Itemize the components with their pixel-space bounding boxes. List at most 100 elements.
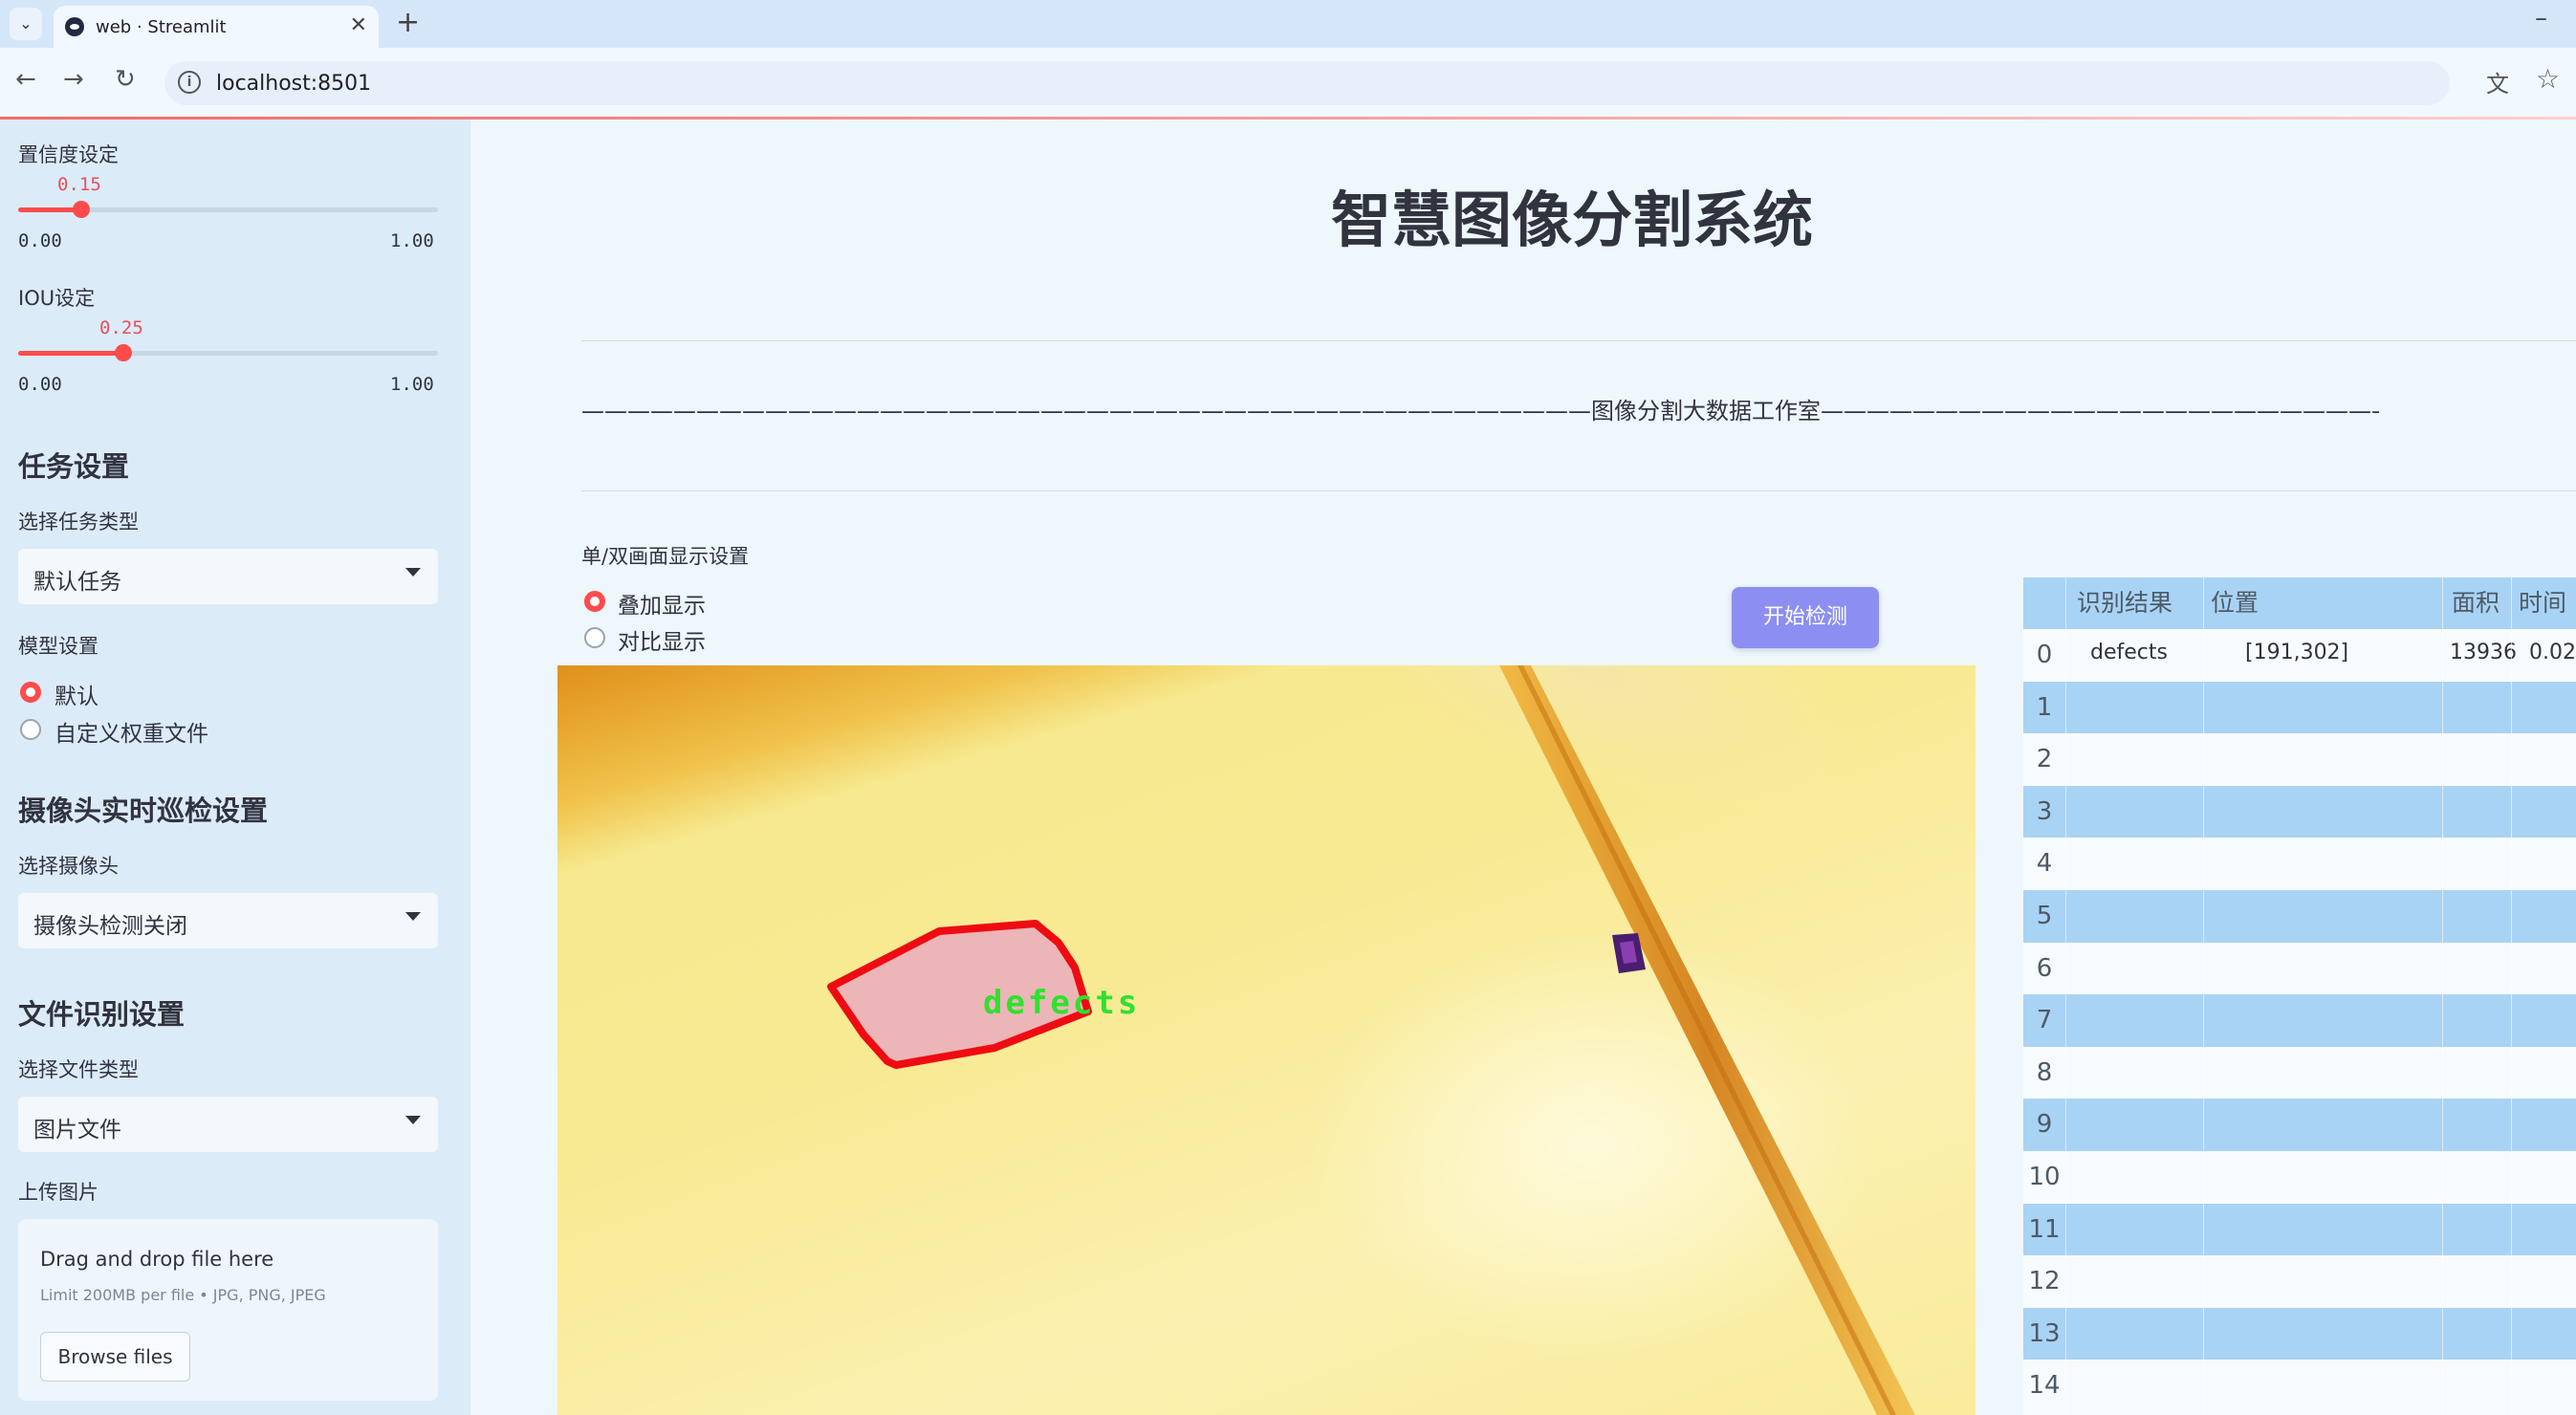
cell-position: [191,302] xyxy=(2245,641,2349,664)
iou-slider[interactable] xyxy=(18,344,438,361)
table-col-divider xyxy=(2065,577,2066,1415)
upload-label: 上传图片 xyxy=(18,1181,98,1204)
compare-display-radio[interactable] xyxy=(584,627,605,648)
table-row[interactable]: 7 xyxy=(2023,994,2576,1047)
cell-time: 0.02 xyxy=(2529,641,2576,664)
file-uploader-dropzone[interactable]: Drag and drop file here Limit 200MB per … xyxy=(18,1219,438,1401)
table-row[interactable]: 2 xyxy=(2023,733,2576,786)
row-index: 12 xyxy=(2028,1267,2061,1296)
model-custom-label[interactable]: 自定义权重文件 xyxy=(55,715,208,748)
table-row[interactable]: 5 xyxy=(2023,890,2576,943)
translate-icon[interactable]: 文 xyxy=(2486,65,2509,98)
forward-arrow-icon[interactable]: → xyxy=(63,65,84,94)
address-bar: ← → ↻ i localhost:8501 文 ☆ xyxy=(0,48,2576,119)
table-row[interactable]: 12 xyxy=(2023,1255,2576,1308)
model-settings-label: 模型设置 xyxy=(18,635,98,658)
table-row[interactable]: 6 xyxy=(2023,942,2576,995)
browser-tabbar: ⌄ web · Streamlit ✕ + – xyxy=(0,0,2576,48)
table-row[interactable]: 1 xyxy=(2023,681,2576,734)
table-row[interactable]: 13 xyxy=(2023,1307,2576,1361)
confidence-min: 0.00 xyxy=(18,230,62,251)
row-index: 10 xyxy=(2028,1163,2061,1191)
url-text[interactable]: localhost:8501 xyxy=(216,72,371,96)
confidence-slider-thumb[interactable] xyxy=(73,201,90,218)
task-type-value: 默认任务 xyxy=(33,570,121,595)
file-type-select[interactable]: 图片文件 xyxy=(18,1097,438,1152)
confidence-label: 置信度设定 xyxy=(18,143,119,166)
iou-value: 0.25 xyxy=(99,317,143,338)
table-col-divider xyxy=(2442,577,2443,1415)
row-index: 14 xyxy=(2028,1371,2061,1401)
row-index: 9 xyxy=(2036,1110,2053,1140)
chevron-down-icon xyxy=(405,912,421,921)
task-settings-heading: 任务设置 xyxy=(18,450,130,483)
rod-shadow xyxy=(1517,665,1896,1415)
reload-icon[interactable]: ↻ xyxy=(115,65,136,94)
row-index: 13 xyxy=(2028,1318,2061,1348)
table-col-divider xyxy=(2203,577,2204,1415)
task-type-label: 选择任务类型 xyxy=(18,511,139,533)
iou-slider-fill xyxy=(18,351,123,356)
overlay-display-radio[interactable] xyxy=(584,591,605,612)
url-field[interactable]: i localhost:8501 xyxy=(164,61,2450,105)
task-type-select[interactable]: 默认任务 xyxy=(18,549,438,604)
row-index: 4 xyxy=(2036,849,2053,879)
row-index: 2 xyxy=(2036,745,2053,774)
tab-title: web · Streamlit xyxy=(96,17,227,37)
iou-label: IOU设定 xyxy=(18,287,96,310)
camera-select-label: 选择摄像头 xyxy=(18,855,119,878)
header-position: 位置 xyxy=(2211,589,2259,617)
table-row[interactable]: 10 xyxy=(2023,1151,2576,1204)
confidence-slider[interactable] xyxy=(18,201,438,218)
row-index: 11 xyxy=(2028,1214,2061,1244)
window-minimize-icon[interactable]: – xyxy=(2535,4,2547,33)
camera-select[interactable]: 摄像头检测关闭 xyxy=(18,893,438,948)
site-info-icon[interactable]: i xyxy=(178,71,201,94)
camera-settings-heading: 摄像头实时巡检设置 xyxy=(18,795,269,827)
table-row[interactable]: 3 xyxy=(2023,785,2576,838)
row-index: 1 xyxy=(2036,692,2053,722)
new-tab-icon[interactable]: + xyxy=(396,6,420,39)
overlay-display-label[interactable]: 叠加显示 xyxy=(618,587,706,620)
iou-max: 1.00 xyxy=(390,374,434,395)
table-row[interactable]: 8 xyxy=(2023,1046,2576,1099)
page-title: 智慧图像分割系统 xyxy=(1331,185,1813,255)
chevron-down-icon xyxy=(405,1116,421,1124)
iou-slider-thumb[interactable] xyxy=(115,344,132,361)
table-row[interactable]: 0 defects [191,302] 13936 0.02 xyxy=(2023,629,2576,682)
confidence-max: 1.00 xyxy=(390,230,434,251)
back-arrow-icon[interactable]: ← xyxy=(15,65,36,94)
browse-files-button[interactable]: Browse files xyxy=(40,1332,190,1382)
display-settings-label: 单/双画面显示设置 xyxy=(581,545,750,568)
header-result: 识别结果 xyxy=(2077,589,2173,617)
image-overlay: defects xyxy=(827,665,1915,1415)
file-type-label: 选择文件类型 xyxy=(18,1058,139,1081)
table-row[interactable]: 4 xyxy=(2023,838,2576,890)
row-index: 8 xyxy=(2036,1057,2053,1087)
header-time: 时间 xyxy=(2519,589,2567,617)
table-row[interactable]: 14 xyxy=(2023,1360,2576,1412)
model-custom-radio[interactable] xyxy=(20,719,41,740)
confidence-value: 0.15 xyxy=(57,174,101,195)
bookmark-star-icon[interactable]: ☆ xyxy=(2536,63,2560,95)
results-table[interactable]: 识别结果 位置 面积 时间 0 defects [191,302] 13936 0.02… xyxy=(2023,577,2576,1415)
file-type-value: 图片文件 xyxy=(33,1118,121,1143)
table-row[interactable]: 11 xyxy=(2023,1203,2576,1256)
row-index: 6 xyxy=(2036,953,2053,983)
tab-list-chevron-icon[interactable]: ⌄ xyxy=(10,8,42,40)
cell-result: defects xyxy=(2090,641,2168,664)
studio-banner: ————————————————————————————————————————… xyxy=(581,398,2379,424)
table-row[interactable]: 9 xyxy=(2023,1099,2576,1151)
start-detection-button[interactable]: 开始检测 xyxy=(1732,587,1879,648)
model-default-label[interactable]: 默认 xyxy=(55,678,98,710)
iou-min: 0.00 xyxy=(18,374,62,395)
tab-close-icon[interactable]: ✕ xyxy=(350,13,367,37)
cell-area: 13936 xyxy=(2450,641,2517,664)
compare-display-label[interactable]: 对比显示 xyxy=(618,623,706,656)
model-default-radio[interactable] xyxy=(20,682,41,703)
browser-tab[interactable]: web · Streamlit ✕ xyxy=(54,6,379,48)
divider-top xyxy=(581,340,2576,341)
streamlit-favicon-icon xyxy=(65,17,84,36)
chevron-down-icon xyxy=(405,568,421,577)
row-index: 0 xyxy=(2036,641,2053,669)
